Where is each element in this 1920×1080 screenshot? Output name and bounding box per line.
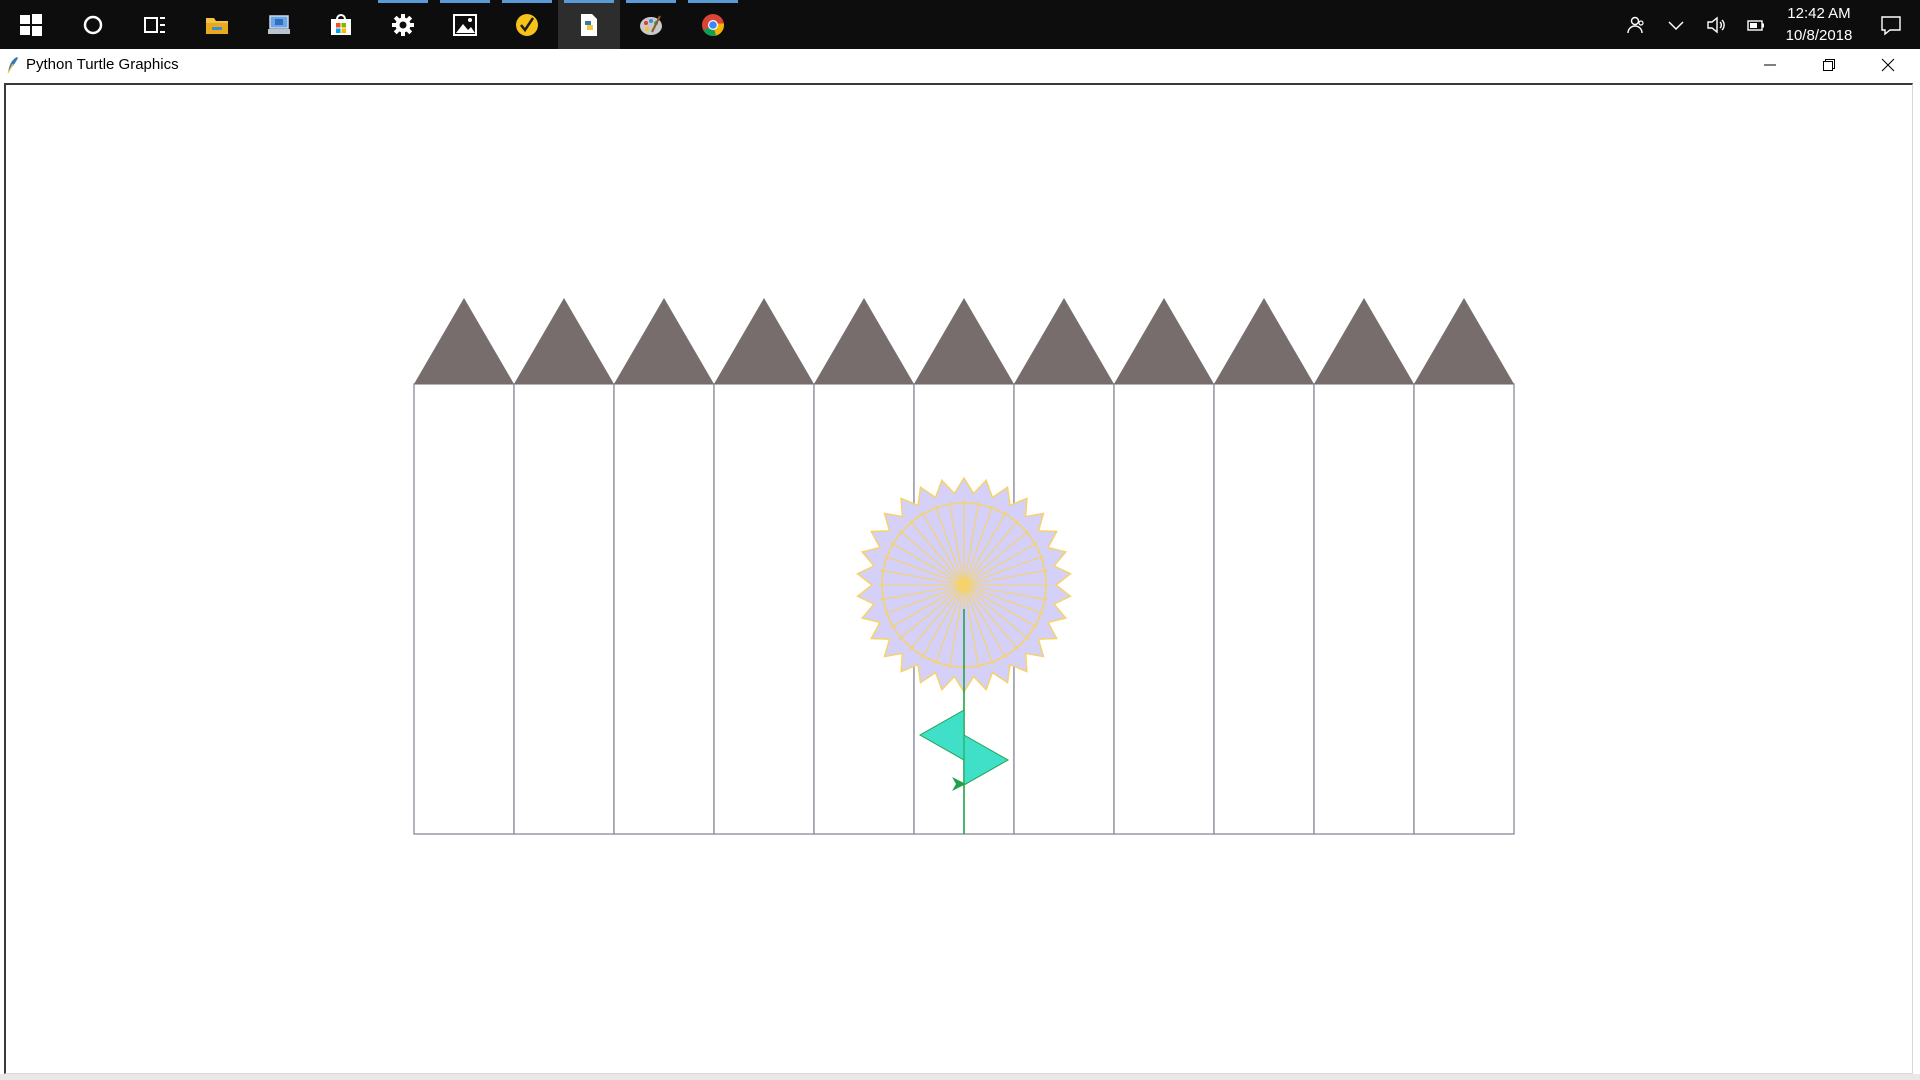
flower-center — [958, 579, 970, 591]
fence-picket-top — [1114, 298, 1214, 384]
fence-post — [1213, 383, 1315, 835]
fence-post — [713, 383, 815, 835]
fence-picket-top — [914, 298, 1014, 384]
fence-picket-top — [1414, 298, 1514, 384]
fence-post — [1413, 383, 1515, 835]
fence-picket-top — [714, 298, 814, 384]
fence-post — [513, 383, 615, 835]
fence-picket-top — [1214, 298, 1314, 384]
fence-post — [413, 383, 515, 835]
fence-picket-top — [614, 298, 714, 384]
fence-picket-top — [1314, 298, 1414, 384]
fence-post — [1113, 383, 1215, 835]
fence-post — [1313, 383, 1415, 835]
fence-picket-top — [414, 298, 514, 384]
fence-picket-top — [1014, 298, 1114, 384]
turtle-drawing — [413, 298, 1515, 835]
fence-picket-top — [814, 298, 914, 384]
fence-post — [613, 383, 715, 835]
fence-picket-top — [514, 298, 614, 384]
